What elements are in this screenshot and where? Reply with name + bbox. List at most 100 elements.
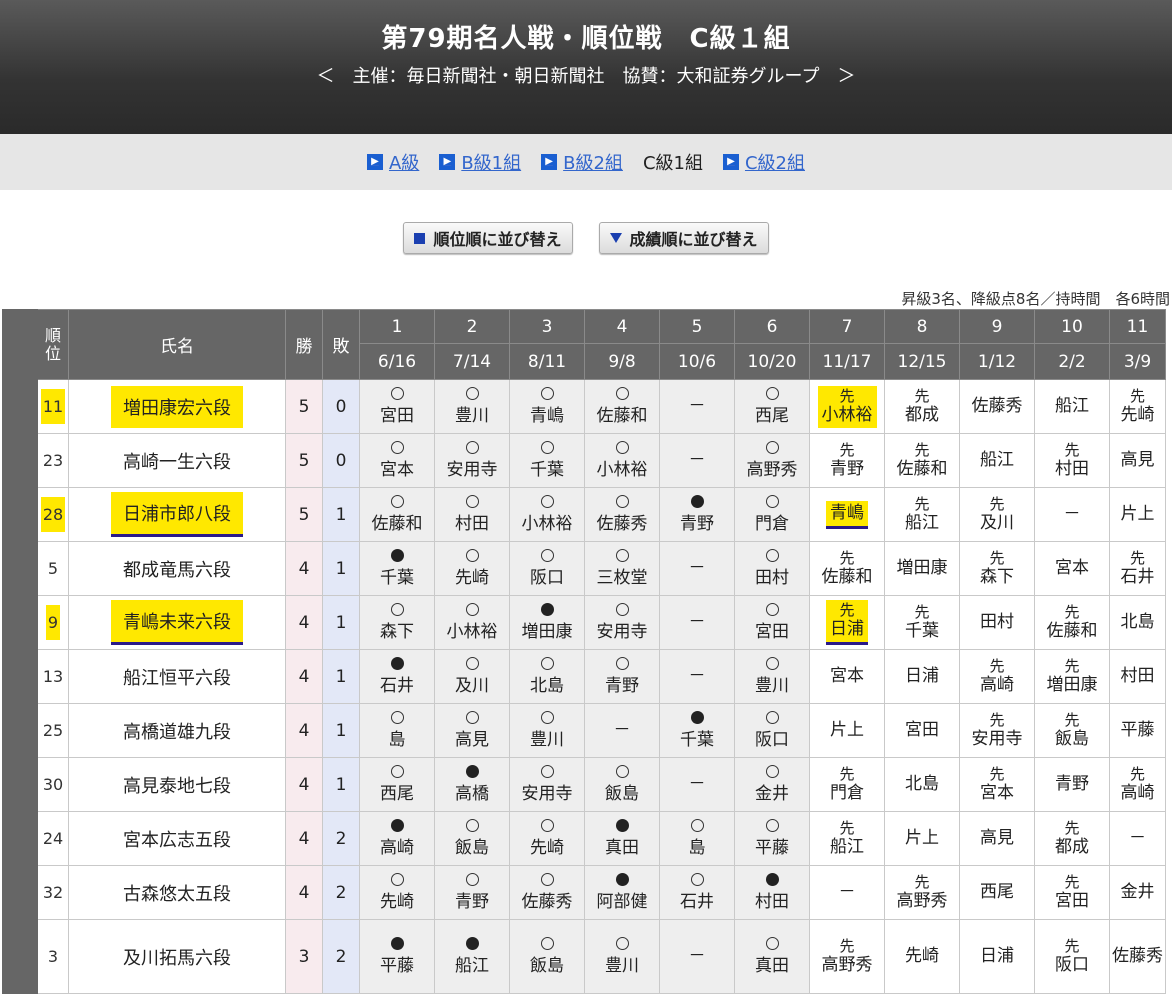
opponent-name: 佐藤和 [596,405,648,426]
sort-by-rank-button[interactable]: 順位順に並び替え [403,222,573,254]
result-cell: － [1109,811,1166,866]
win-mark [510,764,584,784]
result-content: 日浦 [885,666,959,687]
result-cell: － [659,541,735,596]
nav-link-1[interactable]: ▶ B級1組 [439,149,521,175]
result-content: 青野 [435,872,509,913]
loss-mark [360,656,434,676]
white-circle-icon [765,936,779,950]
result-content: 先佐藤和 [1035,603,1109,642]
table-row: 24 宮本広志五段 4 2 高崎 飯島 先崎 真田島平藤先船江 片上 高見先都成－ [2,811,1166,866]
result-cell: 先阪口 [1034,919,1110,994]
result-content: 船江 [960,450,1034,471]
result-content: 片上 [810,720,884,741]
result-content: 先宮田 [1035,873,1109,912]
opponent-name: 島 [388,729,406,750]
opponent-name: 飯島 [1055,728,1089,749]
opponent-name: 森下 [380,621,414,642]
result-cell: 日浦 [959,919,1035,994]
result-cell: 石井 [659,865,735,920]
result-content: 宮本 [810,666,884,687]
opponent-name: － [688,396,706,416]
player-rank: 23 [37,433,69,488]
result-cell: － [659,649,735,704]
opponent-name: 小林裕 [821,404,873,425]
opponent-name: 安用寺 [521,783,573,804]
page-title: 第79期名人戦・順位戦 C級１組 [381,24,791,54]
result-content: 豊川 [510,710,584,751]
result-cell: 阿部健 [584,865,660,920]
opponent-name: 平藤 [380,955,414,976]
result-content: 先飯島 [1035,711,1109,750]
result-cell: 佐藤秀 [1109,919,1166,994]
opponent-name: 西尾 [755,405,789,426]
result-cell: 飯島 [434,811,510,866]
opponent-name: 飯島 [605,783,639,804]
nav-link-4[interactable]: ▶ C級2組 [722,149,805,175]
opponent-name: 佐藤秀 [971,396,1023,416]
sente-mark: 先 [1129,386,1145,405]
result-cell: 青野 [1034,757,1110,812]
player-rank: 28 [37,487,69,542]
result-cell: 先佐藤和 [809,541,885,596]
result-content: 先崎 [435,548,509,589]
row-spacer [2,649,38,704]
result-content: 先増田康 [1035,657,1109,696]
wins-count: 4 [285,595,323,650]
result-content: 宮本 [360,440,434,481]
result-cell: 小林裕 [434,595,510,650]
result-content: 先小林裕 [817,385,877,428]
sente-mark: 先 [989,548,1005,567]
result-cell: 佐藤秀 [509,865,585,920]
result-cell: 先石井 [1109,541,1166,596]
loss-mark [660,710,734,730]
white-circle-icon [540,710,554,724]
result-cell: 北島 [509,649,585,704]
result-cell: 先崎 [509,811,585,866]
result-cell: 片上 [809,703,885,758]
result-content: 阪口 [510,548,584,589]
opponent-name: 佐藤和 [821,566,873,587]
result-cell: 片上 [884,811,960,866]
opponent-name: 千葉 [905,620,939,641]
header-spacer [2,309,38,380]
result-content: 佐藤和 [585,386,659,427]
wins-count: 4 [285,757,323,812]
white-circle-icon [390,872,404,886]
result-content: 平藤 [735,818,809,859]
rank-value: 32 [42,883,64,902]
result-content: 門倉 [735,494,809,535]
result-content: 先及川 [960,495,1034,534]
losses-count: 2 [322,865,360,920]
result-cell: 先増田康 [1034,649,1110,704]
win-mark [510,494,584,514]
opponent-name: 門倉 [755,513,789,534]
result-content: 先船江 [810,819,884,858]
sort-by-score-button[interactable]: 成績順に並び替え [598,222,769,254]
result-cell: 千葉 [509,433,585,488]
result-cell: 先都成 [884,379,960,434]
table-row: 3 及川拓馬六段 3 2 平藤 船江 飯島 豊川－真田先高野秀 先崎 日浦先阪口 佐藤秀 [2,919,1166,994]
black-circle-icon [390,818,404,832]
result-content: 先森下 [960,548,1034,588]
win-mark [735,710,809,730]
table-row: 32 古森悠太五段 4 2 先崎 青野 佐藤秀 阿部健 石井 村田－先高野秀 西尾先宮田 金井 [2,865,1166,920]
result-cell: 小林裕 [584,433,660,488]
round-number: 8 [884,309,960,344]
nav-link-0[interactable]: ▶ A級 [366,149,419,175]
result-cell: 宮本 [1034,541,1110,596]
result-cell: 佐藤和 [584,379,660,434]
white-circle-icon [390,764,404,778]
player-name-text: 船江恒平六段 [123,667,231,689]
result-cell: － [809,865,885,920]
win-mark [435,656,509,676]
nav-link-2[interactable]: ▶ B級2組 [541,149,623,175]
result-cell: 高野秀 [734,433,810,488]
opponent-name: 先崎 [530,837,564,858]
player-rank: 25 [37,703,69,758]
result-cell: 平藤 [359,919,435,994]
row-spacer [2,379,38,434]
result-content: 先村田 [1035,441,1109,480]
player-name-text: 日浦市郎八段 [111,492,243,537]
result-cell: 先宮本 [959,757,1035,812]
